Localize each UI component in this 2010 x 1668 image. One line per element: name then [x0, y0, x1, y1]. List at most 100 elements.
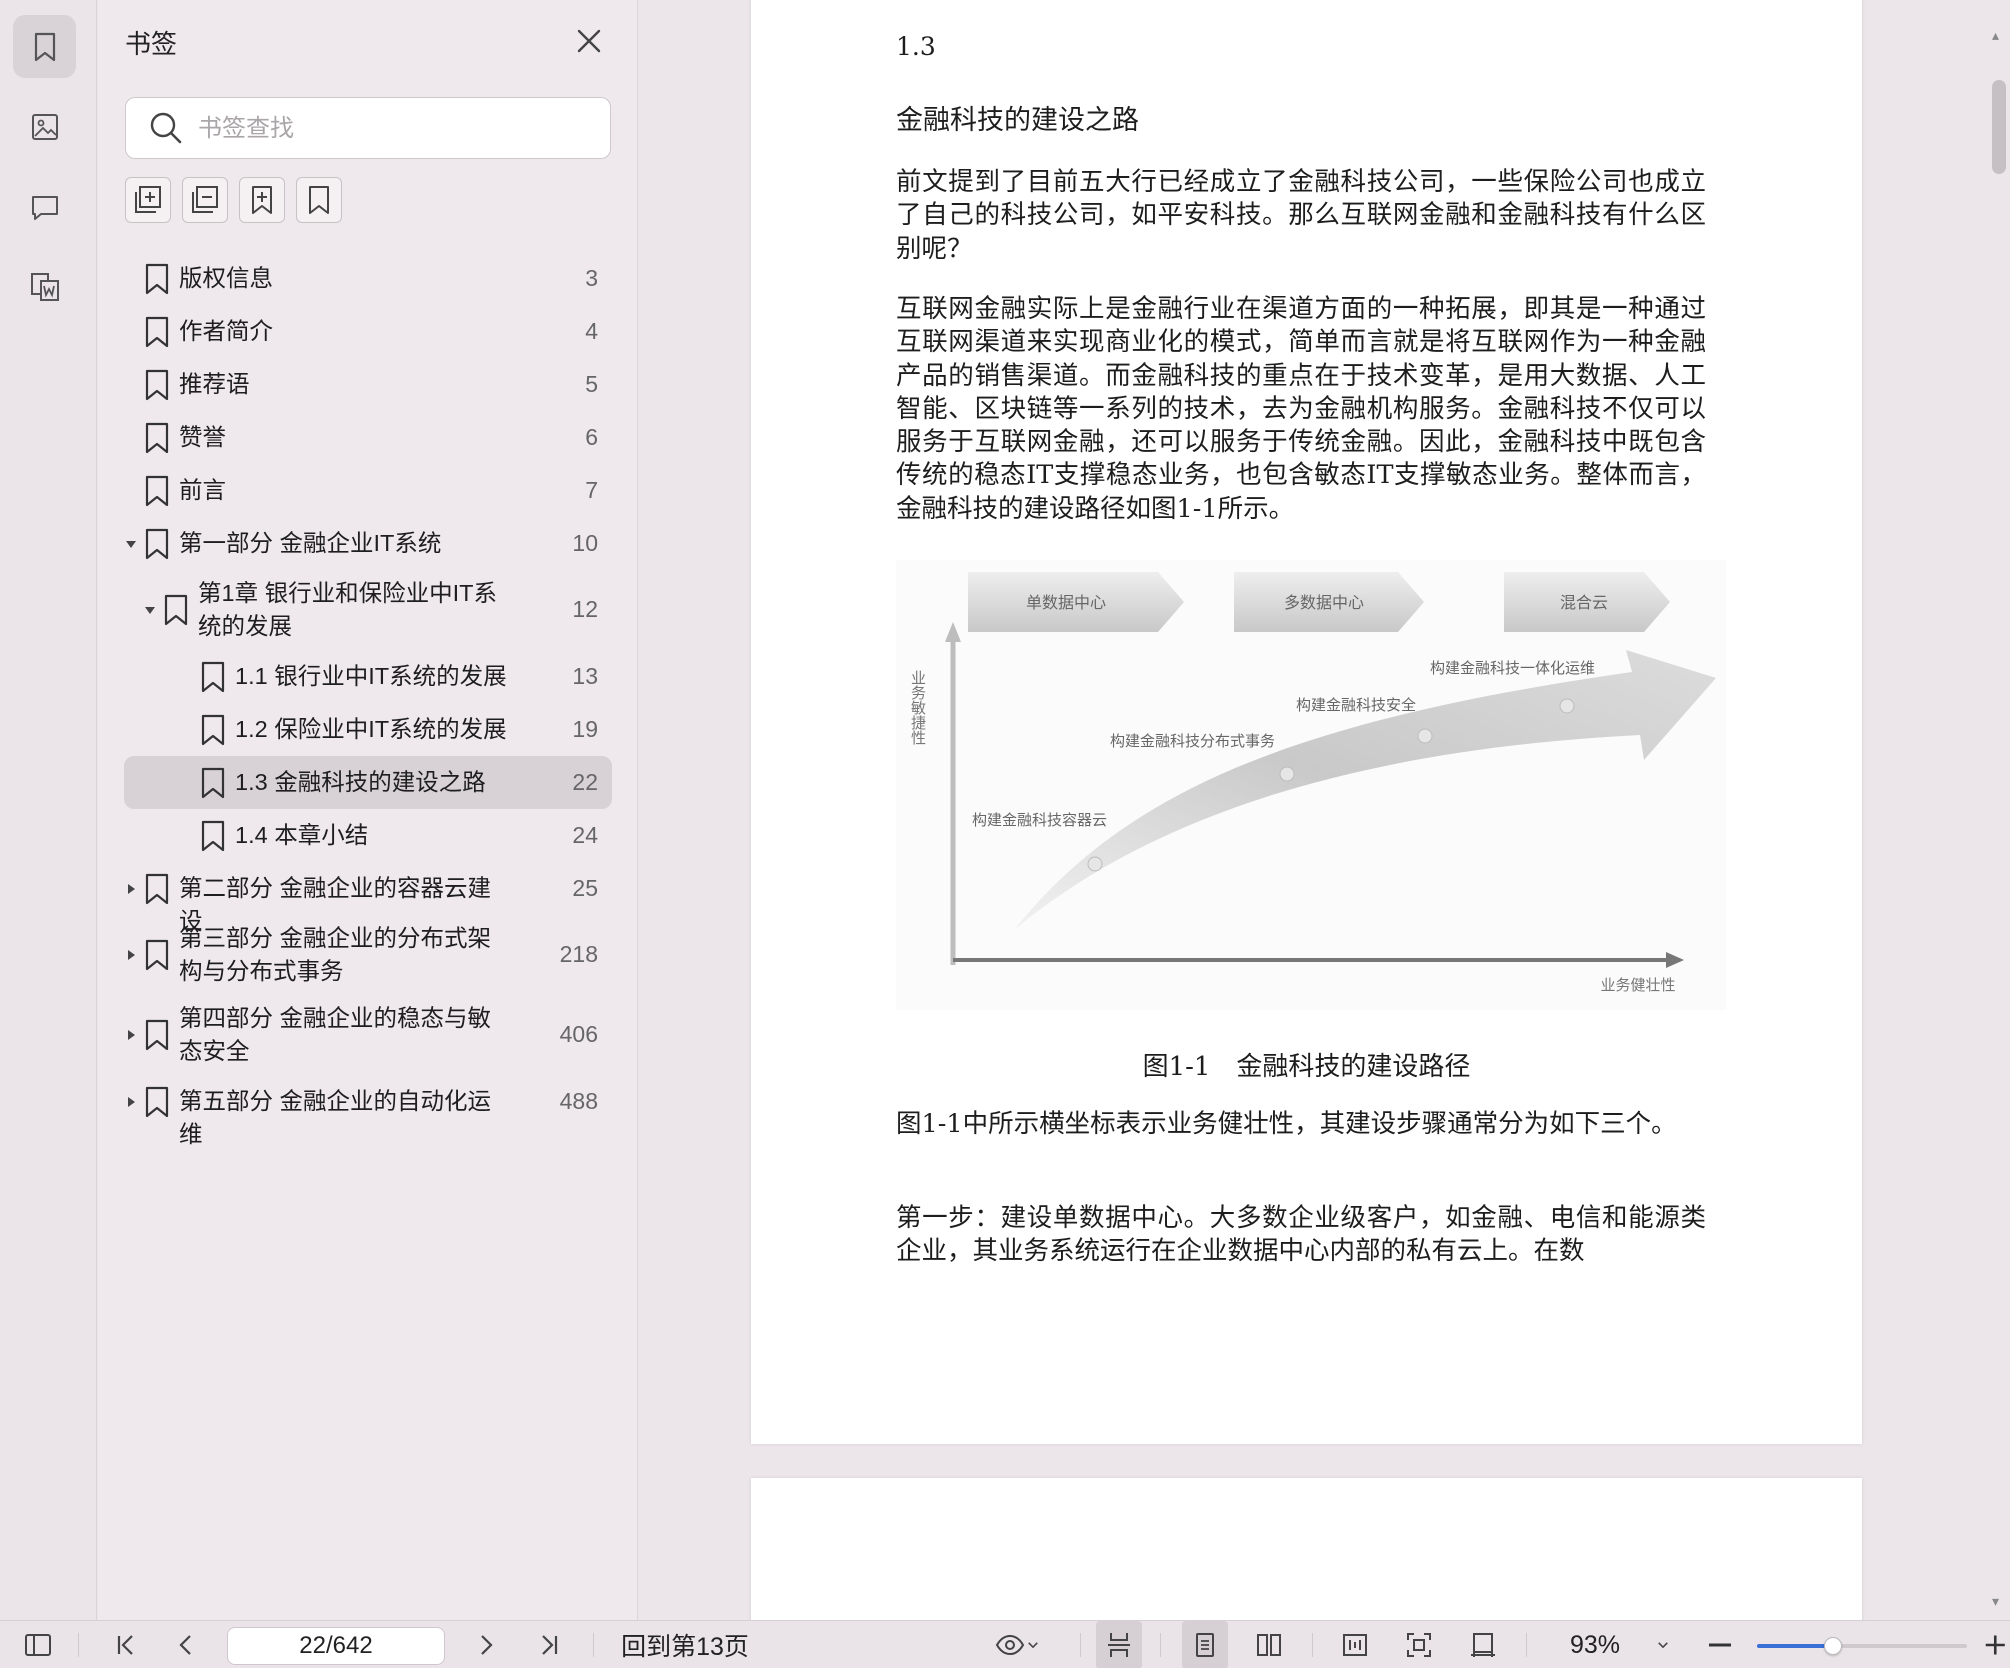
bookmark-label: 1.2 保险业中IT系统的发展 — [235, 716, 507, 742]
view-mode-dropdown[interactable] — [988, 1621, 1048, 1668]
add-bookmark-button[interactable] — [239, 177, 285, 223]
bookmark-label: 第五部分 金融企业的自动化运维 — [179, 1088, 492, 1147]
back-to-page-link[interactable]: 回到第13页 — [620, 1621, 750, 1668]
bookmark-label: 推荐语 — [179, 371, 250, 397]
zoom-slider[interactable] — [1757, 1637, 1967, 1655]
bookmark-item[interactable]: 版权信息 3 — [124, 252, 612, 305]
section-title: 金融科技的建设之路 — [896, 105, 1139, 136]
chevron-down-icon — [1028, 1642, 1038, 1649]
bookmark-page-number: 24 — [572, 821, 598, 848]
bookmark-item[interactable]: 第四部分 金融企业的稳态与敏态安全 406 — [124, 995, 612, 1075]
figure-1-1: 单数据中心 多数据中心 混合云 业务敏捷性 业务健壮性 构建金融科技容器云 构建… — [896, 560, 1726, 1010]
bookmark-item[interactable]: 第五部分 金融企业的自动化运维 488 — [124, 1075, 612, 1147]
bookmark-item[interactable]: 作者简介 4 — [124, 305, 612, 358]
bookmark-list: 版权信息 3 作者简介 4 推荐语 5 赞誉 6 前言 7 第一部分 金融企业IT系统 10 第1章 银… — [124, 252, 612, 1147]
zoom-level[interactable]: 93% — [1560, 1621, 1630, 1668]
caret-down-icon[interactable] — [124, 537, 138, 551]
caret-right-icon[interactable] — [124, 948, 138, 962]
bookmark-item[interactable]: 前言 7 — [124, 464, 612, 517]
fit-width-icon — [1343, 1634, 1367, 1656]
two-page-button[interactable] — [1246, 1621, 1292, 1668]
thumbnail-panel-button[interactable] — [13, 95, 76, 158]
zoom-out-button[interactable] — [1700, 1621, 1740, 1668]
chevron-left-icon — [179, 1635, 191, 1655]
bookmark-search-input[interactable] — [198, 114, 578, 142]
close-panel-button[interactable] — [572, 24, 606, 58]
bookmark-page-number: 6 — [585, 423, 598, 450]
bookmark-page-number: 19 — [572, 715, 598, 742]
bookmark-search[interactable] — [125, 97, 611, 159]
scroll-down-icon[interactable]: ▾ — [1992, 1595, 2004, 1609]
annotation-panel-button[interactable] — [13, 175, 76, 238]
zoom-slider-fill — [1757, 1644, 1833, 1648]
bookmark-item[interactable]: 第1章 银行业和保险业中IT系统的发展 12 — [124, 570, 612, 650]
convert-panel-button[interactable] — [13, 255, 76, 318]
bookmark-item[interactable]: 1.1 银行业中IT系统的发展 13 — [124, 650, 612, 703]
section-number: 1.3 — [896, 32, 936, 61]
bookmark-label: 第三部分 金融企业的分布式架构与分布式事务 — [179, 925, 492, 984]
zoom-slider-handle[interactable] — [1824, 1637, 1842, 1655]
collapse-all-button[interactable] — [182, 177, 228, 223]
stage-label: 单数据中心 — [1026, 593, 1106, 612]
bookmark-item[interactable]: 第一部分 金融企业IT系统 10 — [124, 517, 612, 570]
word-convert-icon — [30, 272, 59, 301]
caret-right-icon[interactable] — [124, 1028, 138, 1042]
plus-icon — [1985, 1635, 2005, 1655]
eye-icon — [995, 1634, 1025, 1656]
bookmark-label: 赞誉 — [179, 424, 226, 450]
bookmark-icon — [34, 32, 55, 61]
bookmark-icon — [142, 314, 172, 350]
caret-down-icon[interactable] — [143, 603, 157, 617]
bookmark-page-number: 25 — [572, 874, 598, 901]
last-page-button[interactable] — [530, 1621, 570, 1668]
bottom-toolbar: 22/642 回到第13页 93% — [0, 1620, 2010, 1668]
expand-all-button[interactable] — [125, 177, 171, 223]
fit-width-button[interactable] — [1332, 1621, 1378, 1668]
bookmark-page-number: 5 — [585, 370, 598, 397]
bookmark-item[interactable]: 赞誉 6 — [124, 411, 612, 464]
bookmark-icon — [142, 871, 172, 907]
next-page-button[interactable] — [466, 1621, 506, 1668]
paragraph: 前文提到了目前五大行已经成立了金融科技公司，一些保险公司也成立了自己的科技公司，… — [896, 167, 1706, 264]
close-icon — [577, 29, 601, 53]
document-viewer[interactable]: 1.3 金融科技的建设之路 前文提到了目前五大行已经成立了金融科技公司，一些保险… — [640, 0, 2010, 1620]
bookmark-tools — [125, 177, 342, 223]
bookmark-item[interactable]: 1.2 保险业中IT系统的发展 19 — [124, 703, 612, 756]
page-number-input[interactable]: 22/642 — [227, 1627, 445, 1665]
chevron-right-icon — [481, 1635, 493, 1655]
bookmark-item[interactable]: 1.4 本章小结 24 — [124, 809, 612, 862]
bookmark-item[interactable]: 1.3 金融科技的建设之路 22 — [124, 756, 612, 809]
document-page: 1.3 金融科技的建设之路 前文提到了目前五大行已经成立了金融科技公司，一些保险… — [751, 0, 1862, 1444]
bookmark-item[interactable]: 第三部分 金融企业的分布式架构与分布式事务 218 — [124, 915, 612, 995]
paragraph: 图1-1中所示横坐标表示业务健壮性，其建设步骤通常分为如下三个。 — [896, 1109, 1677, 1139]
bookmark-icon — [142, 526, 172, 562]
caret-right-icon[interactable] — [124, 882, 138, 896]
first-page-button[interactable] — [105, 1621, 145, 1668]
bookmark-panel-button[interactable] — [13, 15, 76, 78]
next-document-page — [751, 1478, 1862, 1620]
continuous-scroll-icon — [1108, 1633, 1130, 1657]
single-page-button[interactable] — [1182, 1621, 1228, 1668]
bookmark-item[interactable]: 推荐语 5 — [124, 358, 612, 411]
milestone-label: 构建金融科技安全 — [1296, 696, 1416, 714]
bookmark-label: 1.1 银行业中IT系统的发展 — [235, 663, 507, 689]
scroll-up-icon[interactable]: ▴ — [1992, 29, 2004, 43]
bookmark-item[interactable]: 第二部分 金融企业的容器云建设 25 — [124, 862, 612, 934]
toggle-sidebar-button[interactable] — [18, 1621, 58, 1668]
bookmark-label: 第一部分 金融企业IT系统 — [179, 530, 442, 556]
continuous-scroll-button[interactable] — [1096, 1621, 1142, 1668]
bookmark-icon — [198, 659, 228, 695]
zoom-dropdown-button[interactable] — [1648, 1621, 1678, 1668]
bookmark-icon — [142, 1084, 172, 1120]
fit-page-button[interactable] — [1396, 1621, 1442, 1668]
milestone-label: 构建金融科技一体化运维 — [1430, 659, 1595, 677]
vertical-scrollbar[interactable]: ▴ ▾ — [1984, 0, 2010, 1620]
scroll-thumb[interactable] — [1992, 80, 2006, 174]
actual-size-button[interactable] — [1460, 1621, 1506, 1668]
comment-icon — [31, 195, 58, 220]
zoom-in-button[interactable] — [1984, 1621, 2010, 1668]
bookmark-button[interactable] — [296, 177, 342, 223]
y-axis-label: 业务敏捷性 — [909, 670, 927, 745]
previous-page-button[interactable] — [166, 1621, 206, 1668]
caret-right-icon[interactable] — [124, 1095, 138, 1109]
